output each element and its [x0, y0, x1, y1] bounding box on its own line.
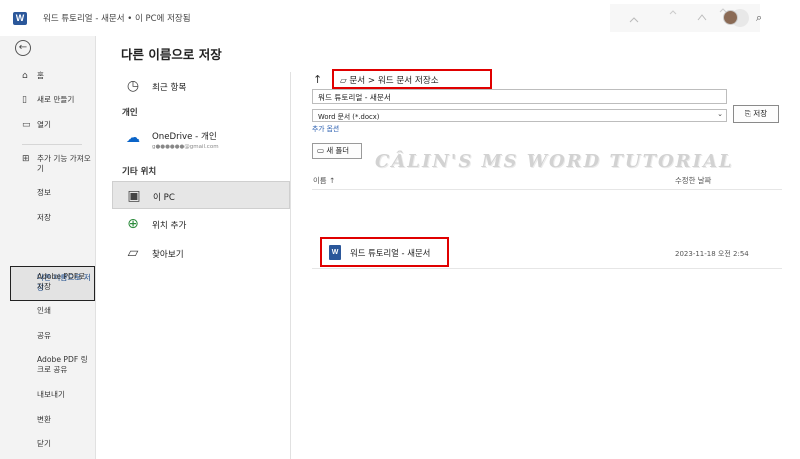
- watermark: CÂLIN'S MS WORD TUTORIAL: [375, 151, 734, 172]
- sidebar-item-label: 내보내기: [37, 390, 65, 399]
- location-browse[interactable]: ▱ 찾아보기: [112, 239, 290, 267]
- filename-input[interactable]: 워드 튜토리얼 - 새문서: [312, 89, 727, 104]
- save-label: 저장: [753, 109, 768, 118]
- file-modified-date: 2023-11-18 오전 2:54: [675, 250, 749, 258]
- location-label: 이 PC: [153, 193, 175, 203]
- home-icon: ⌂: [22, 71, 28, 81]
- sidebar-item-label: 변환: [37, 415, 51, 424]
- divider: [290, 72, 291, 459]
- locations-panel: ◷ 최근 항목 개인 ☁ OneDrive - 개인 g●●●●●●@gmail…: [110, 66, 290, 459]
- onedrive-cloud-icon: ☁: [126, 130, 140, 146]
- more-options-link[interactable]: 추가 옵션: [312, 123, 339, 133]
- location-recent[interactable]: ◷ 최근 항목: [112, 72, 290, 100]
- save-icon: ⎘: [744, 109, 754, 118]
- clock-icon: ◷: [126, 78, 140, 94]
- new-folder-button[interactable]: ▭ 새 폴더: [312, 143, 362, 159]
- sidebar-item-label: 공유: [37, 331, 51, 340]
- section-header-personal: 개인: [122, 108, 138, 118]
- column-header-name[interactable]: 이름 ↑: [313, 175, 335, 186]
- column-name-label: 이름: [313, 176, 327, 185]
- new-document-icon: ▯: [22, 95, 27, 105]
- divider: [312, 268, 782, 269]
- save-pane: ↑ ▱ 문서 > 워드 문서 저장소 워드 튜토리얼 - 새문서 Word 문서…: [300, 66, 800, 459]
- sidebar-item-label: 추가 기능 가져오기: [37, 154, 91, 173]
- sidebar-item-label: 정보: [37, 188, 51, 197]
- filetype-value: Word 문서 (*.docx): [318, 113, 380, 121]
- sidebar-item-label: Adobe PDF 링크로 공유: [37, 355, 88, 374]
- word-icon: W: [13, 12, 27, 25]
- divider: [22, 144, 82, 145]
- page-title: 다른 이름으로 저장: [121, 47, 222, 62]
- location-add-place[interactable]: ⊕ 위치 추가: [112, 210, 290, 238]
- open-folder-icon: ▭: [22, 120, 31, 130]
- folder-icon: ▱: [340, 76, 350, 86]
- up-arrow-icon[interactable]: ↑: [313, 73, 322, 86]
- sort-arrow-icon: ↑: [328, 176, 336, 185]
- divider: [312, 189, 782, 190]
- backstage-sidebar: ← ⌂ 홈 ▯ 새로 만들기 ▭ 열기 ⊞ 추가 기능 가져오기 정보 저장 다…: [0, 36, 96, 459]
- breadcrumb[interactable]: ▱ 문서 > 워드 문서 저장소: [340, 74, 439, 86]
- file-highlight[interactable]: W 워드 튜토리얼 - 새문서: [320, 237, 449, 267]
- location-label: 찾아보기: [152, 250, 184, 260]
- new-folder-label: 새 폴더: [326, 146, 350, 155]
- sidebar-item-label: 새로 만들기: [37, 95, 75, 104]
- location-label: 최근 항목: [152, 83, 187, 93]
- location-onedrive[interactable]: ☁ OneDrive - 개인 g●●●●●●@gmail.com: [112, 124, 290, 156]
- chevron-down-icon: ⌄: [717, 110, 723, 118]
- location-label: 위치 추가: [152, 221, 187, 231]
- file-name: 워드 튜토리얼 - 새문서: [350, 248, 431, 258]
- sidebar-item-label: 홈: [37, 71, 44, 80]
- onedrive-account: g●●●●●●@gmail.com: [152, 144, 219, 150]
- column-header-modified[interactable]: 수정한 날짜: [675, 175, 711, 186]
- location-label: OneDrive - 개인: [152, 132, 217, 142]
- breadcrumb-text: 문서 > 워드 문서 저장소: [349, 76, 439, 86]
- computer-icon: ▣: [127, 188, 141, 204]
- comments-icon[interactable]: ⌕: [756, 11, 770, 24]
- sidebar-item-label: Adobe PDF로 저장: [37, 272, 86, 291]
- new-folder-icon: ▭: [317, 146, 327, 155]
- sidebar-item-label: 인쇄: [37, 306, 51, 315]
- sidebar-item-label: 열기: [37, 120, 51, 129]
- word-document-icon: W: [329, 245, 341, 260]
- save-button[interactable]: ⎘ 저장: [733, 105, 779, 123]
- location-this-pc[interactable]: ▣ 이 PC: [112, 181, 290, 209]
- back-arrow-icon[interactable]: ←: [15, 40, 31, 56]
- addins-icon: ⊞: [22, 154, 30, 164]
- window-title: 워드 튜토리얼 - 새문서 • 이 PC에 저장됨: [43, 14, 191, 24]
- breadcrumb-highlight: ▱ 문서 > 워드 문서 저장소: [332, 69, 492, 89]
- sidebar-item-label: 저장: [37, 213, 51, 222]
- globe-add-icon: ⊕: [127, 216, 139, 232]
- title-bar: W 워드 튜토리얼 - 새문서 • 이 PC에 저장됨 ⌕: [0, 0, 800, 36]
- avatar[interactable]: [723, 10, 738, 25]
- folder-icon: ▱: [127, 245, 139, 261]
- sidebar-item-label: 닫기: [37, 439, 51, 448]
- section-header-other: 기타 위치: [122, 167, 157, 177]
- filetype-select[interactable]: Word 문서 (*.docx) ⌄: [312, 109, 727, 122]
